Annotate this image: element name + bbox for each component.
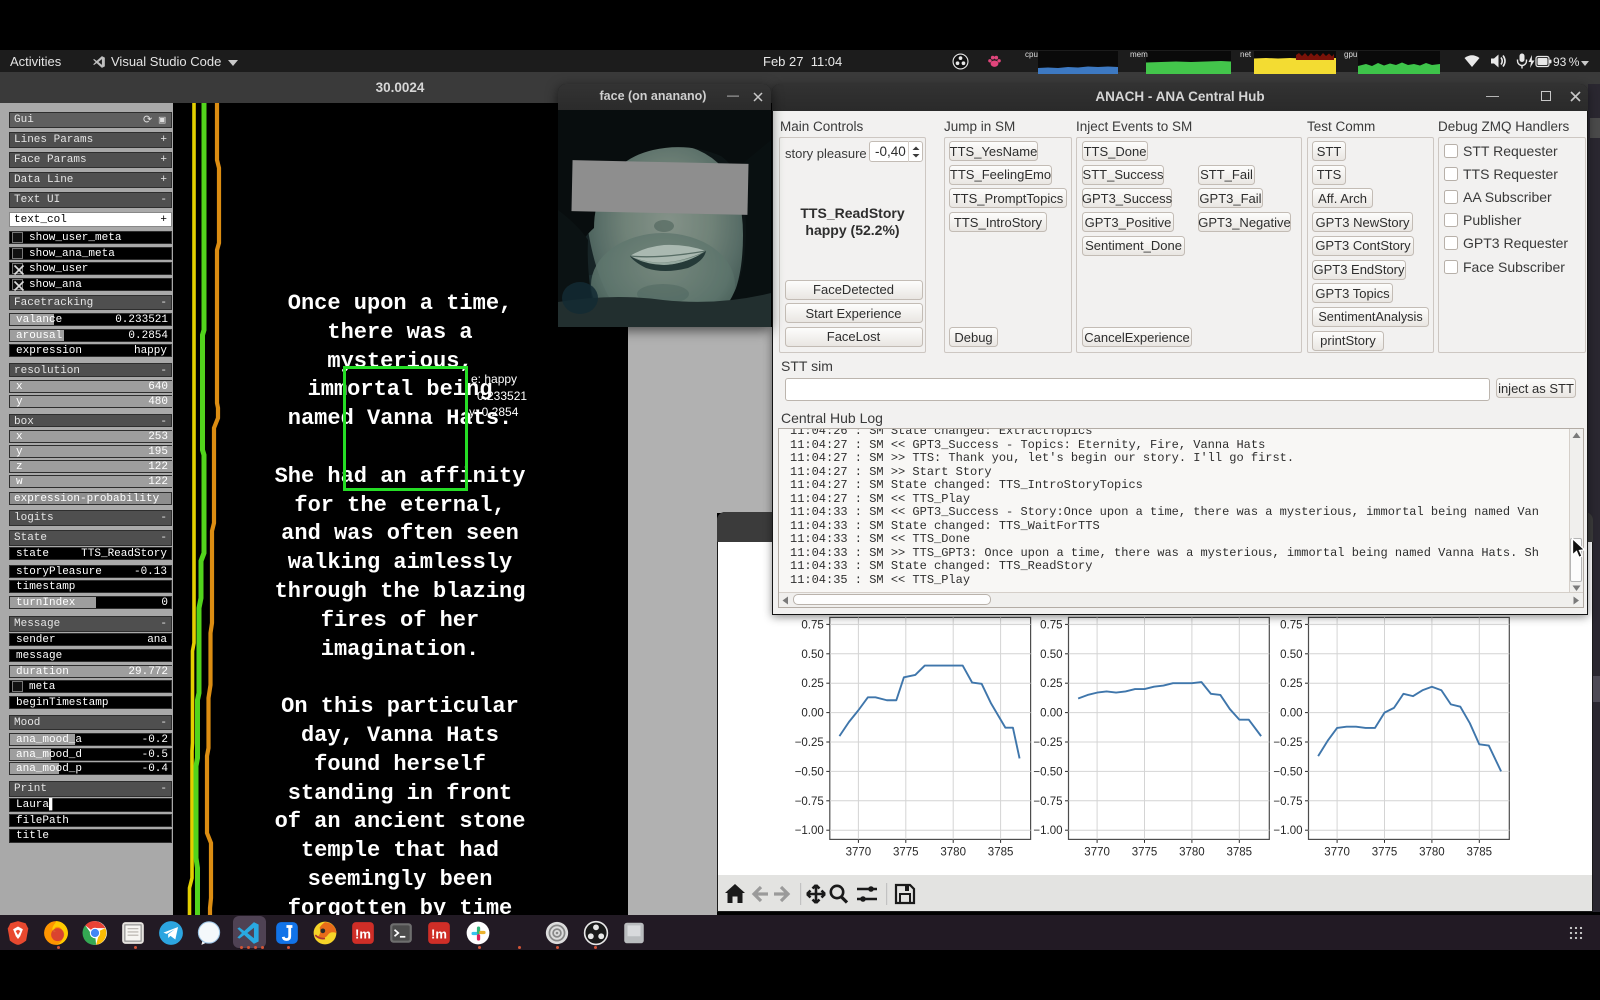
svg-text:3785: 3785 — [988, 846, 1014, 858]
svg-text:3785: 3785 — [1227, 846, 1253, 858]
svg-text:0.50: 0.50 — [1280, 649, 1302, 661]
svg-text:−0.50: −0.50 — [1033, 766, 1062, 778]
svg-text:3770: 3770 — [1084, 846, 1110, 858]
svg-text:−0.25: −0.25 — [795, 737, 824, 749]
svg-text:−1.00: −1.00 — [795, 825, 824, 837]
svg-text:3780: 3780 — [1419, 846, 1445, 858]
svg-text:−0.50: −0.50 — [1273, 766, 1302, 778]
svg-text:−0.25: −0.25 — [1273, 737, 1302, 749]
svg-text:3770: 3770 — [846, 846, 872, 858]
svg-text:−1.00: −1.00 — [1033, 825, 1062, 837]
svg-text:0.00: 0.00 — [801, 708, 823, 720]
svg-text:0.50: 0.50 — [1040, 649, 1062, 661]
svg-text:−1.00: −1.00 — [1273, 825, 1302, 837]
svg-text:−0.75: −0.75 — [1033, 796, 1062, 808]
svg-text:3780: 3780 — [1179, 846, 1205, 858]
svg-text:3775: 3775 — [1372, 846, 1398, 858]
svg-text:!m: !m — [431, 926, 447, 941]
svg-text:0.75: 0.75 — [1280, 619, 1302, 631]
svg-text:3770: 3770 — [1324, 846, 1350, 858]
svg-text:3775: 3775 — [893, 846, 919, 858]
svg-text:0.00: 0.00 — [1040, 708, 1062, 720]
svg-text:!m: !m — [355, 926, 371, 941]
svg-text:−0.75: −0.75 — [795, 796, 824, 808]
svg-text:0.00: 0.00 — [1280, 708, 1302, 720]
svg-text:0.25: 0.25 — [1040, 678, 1062, 690]
svg-text:−0.50: −0.50 — [795, 766, 824, 778]
svg-text:0.75: 0.75 — [1040, 619, 1062, 631]
svg-text:3785: 3785 — [1467, 846, 1493, 858]
svg-text:−0.75: −0.75 — [1273, 796, 1302, 808]
svg-text:3775: 3775 — [1132, 846, 1158, 858]
svg-text:−0.25: −0.25 — [1033, 737, 1062, 749]
svg-text:0.25: 0.25 — [1280, 678, 1302, 690]
svg-text:3780: 3780 — [940, 846, 966, 858]
svg-text:0.75: 0.75 — [801, 619, 823, 631]
svg-text:0.25: 0.25 — [801, 678, 823, 690]
svg-text:0.50: 0.50 — [801, 649, 823, 661]
